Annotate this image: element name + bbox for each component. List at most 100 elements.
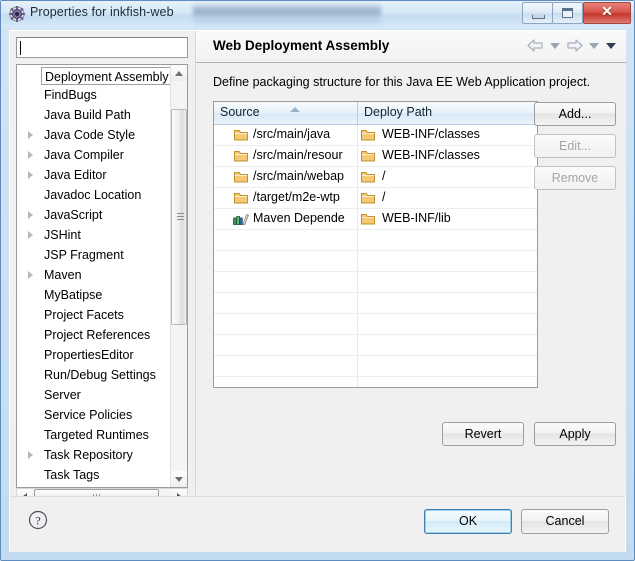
sidebar-item-javadoc-location[interactable]: Javadoc Location bbox=[17, 185, 172, 205]
sidebar-item-run-debug-settings[interactable]: Run/Debug Settings bbox=[17, 365, 172, 385]
settings-sidebar: Deployment Assembly FindBugs Java Build Pa… bbox=[10, 31, 194, 505]
sidebar-item-label: MyBatipse bbox=[44, 288, 103, 302]
sidebar-item-targeted-runtimes[interactable]: Targeted Runtimes bbox=[17, 425, 172, 445]
assembly-table[interactable]: Source Deploy Path /src/main/java WEB-INF… bbox=[213, 101, 538, 388]
cancel-button[interactable]: Cancel bbox=[521, 509, 609, 534]
table-row-empty[interactable] bbox=[214, 230, 537, 251]
cell-source-label: /src/main/resour bbox=[253, 148, 343, 162]
table-row-empty[interactable] bbox=[214, 293, 537, 314]
table-row-empty[interactable] bbox=[214, 377, 537, 387]
title-bar: Properties for inkfish-web ✕ bbox=[1, 1, 634, 28]
sidebar-item-task-tags[interactable]: Task Tags bbox=[17, 465, 172, 485]
minimize-icon bbox=[532, 15, 545, 19]
sidebar-vertical-scrollbar[interactable] bbox=[170, 65, 187, 487]
sidebar-item-java-editor[interactable]: Java Editor bbox=[17, 165, 172, 185]
sidebar-item-label: FindBugs bbox=[44, 88, 97, 102]
page-title: Web Deployment Assembly bbox=[213, 38, 390, 53]
expand-triangle-icon[interactable] bbox=[28, 451, 33, 459]
sidebar-item-deployment-assembly[interactable]: Deployment Assembly bbox=[41, 67, 176, 85]
sidebar-item-project-facets[interactable]: Project Facets bbox=[17, 305, 172, 325]
scroll-down-button[interactable] bbox=[171, 471, 187, 487]
sidebar-item-javascript[interactable]: JavaScript bbox=[17, 205, 172, 225]
table-row[interactable]: /target/m2e-wtp / bbox=[214, 188, 537, 209]
folder-icon bbox=[361, 149, 375, 162]
column-header-deploy-path[interactable]: Deploy Path bbox=[358, 102, 537, 124]
cell-deploy-path bbox=[358, 314, 537, 334]
sidebar-item-task-repository[interactable]: Task Repository bbox=[17, 445, 172, 465]
settings-tree[interactable]: Deployment Assembly FindBugs Java Build Pa… bbox=[16, 64, 188, 488]
table-row[interactable]: /src/main/resour WEB-INF/classes bbox=[214, 146, 537, 167]
add-button[interactable]: Add... bbox=[534, 102, 616, 126]
vertical-scroll-thumb[interactable] bbox=[171, 109, 187, 325]
page-header: Web Deployment Assembly bbox=[196, 31, 626, 63]
expand-triangle-icon[interactable] bbox=[28, 271, 33, 279]
expand-triangle-icon[interactable] bbox=[28, 211, 33, 219]
table-row-empty[interactable] bbox=[214, 335, 537, 356]
cell-deploy-path-label: WEB-INF/lib bbox=[382, 211, 451, 225]
table-row-empty[interactable] bbox=[214, 356, 537, 377]
chevron-up-icon bbox=[175, 71, 183, 76]
filter-input[interactable] bbox=[19, 39, 183, 56]
table-row-empty[interactable] bbox=[214, 314, 537, 335]
cell-deploy-path: WEB-INF/classes bbox=[358, 125, 537, 145]
minimize-button[interactable] bbox=[522, 2, 553, 24]
table-row[interactable]: /src/main/java WEB-INF/classes bbox=[214, 125, 537, 146]
column-header-source-label: Source bbox=[220, 105, 260, 119]
cell-deploy-path bbox=[358, 335, 537, 355]
cell-source bbox=[214, 335, 358, 355]
sidebar-item-label: Java Build Path bbox=[44, 108, 131, 122]
sidebar-item-java-compiler[interactable]: Java Compiler bbox=[17, 145, 172, 165]
sidebar-item-label: Service Policies bbox=[44, 408, 133, 422]
scroll-up-button[interactable] bbox=[171, 65, 187, 81]
maximize-button[interactable] bbox=[552, 2, 583, 24]
table-row-empty[interactable] bbox=[214, 251, 537, 272]
back-history-chevron-down-icon[interactable] bbox=[550, 42, 560, 49]
table-row[interactable]: Maven Depende WEB-INF/lib bbox=[214, 209, 537, 230]
sidebar-item-java-build-path[interactable]: Java Build Path bbox=[17, 105, 172, 125]
cell-source bbox=[214, 293, 358, 313]
sidebar-item-java-code-style[interactable]: Java Code Style bbox=[17, 125, 172, 145]
sidebar-item-findbugs[interactable]: FindBugs bbox=[17, 85, 172, 105]
sidebar-item-server[interactable]: Server bbox=[17, 385, 172, 405]
sidebar-item-mybatipse[interactable]: MyBatipse bbox=[17, 285, 172, 305]
forward-history-chevron-down-icon[interactable] bbox=[589, 42, 599, 49]
sidebar-item-label: Javadoc Location bbox=[44, 188, 142, 202]
dialog-footer: ? OK Cancel bbox=[10, 496, 625, 552]
page-menu-chevron-down-icon[interactable] bbox=[606, 42, 616, 49]
expand-triangle-icon[interactable] bbox=[28, 131, 33, 139]
remove-button[interactable]: Remove bbox=[534, 166, 616, 190]
properties-gear-icon bbox=[9, 6, 25, 22]
window-controls: ✕ bbox=[522, 2, 631, 24]
sidebar-item-label: Task Tags bbox=[44, 468, 100, 482]
ok-button[interactable]: OK bbox=[424, 509, 512, 534]
expand-triangle-icon[interactable] bbox=[28, 171, 33, 179]
folder-icon bbox=[361, 170, 375, 183]
back-arrow-icon[interactable] bbox=[526, 38, 545, 53]
cell-source-label: /src/main/webap bbox=[253, 169, 345, 183]
close-button[interactable]: ✕ bbox=[583, 2, 631, 24]
filter-box[interactable] bbox=[16, 37, 188, 58]
sidebar-item-label: Targeted Runtimes bbox=[44, 428, 149, 442]
expand-triangle-icon[interactable] bbox=[28, 231, 33, 239]
table-row[interactable]: /src/main/webap / bbox=[214, 167, 537, 188]
column-header-source[interactable]: Source bbox=[214, 102, 358, 124]
help-question-icon[interactable]: ? bbox=[28, 510, 48, 530]
cell-deploy-path bbox=[358, 272, 537, 292]
table-row-empty[interactable] bbox=[214, 272, 537, 293]
sidebar-item-label: JSP Fragment bbox=[44, 248, 124, 262]
sidebar-item-label: Java Code Style bbox=[44, 128, 136, 142]
sidebar-item-service-policies[interactable]: Service Policies bbox=[17, 405, 172, 425]
apply-button[interactable]: Apply bbox=[534, 422, 616, 446]
sidebar-item-propertieseditor[interactable]: PropertiesEditor bbox=[17, 345, 172, 365]
forward-arrow-icon[interactable] bbox=[565, 38, 584, 53]
edit-button[interactable]: Edit... bbox=[534, 134, 616, 158]
sidebar-item-jshint[interactable]: JSHint bbox=[17, 225, 172, 245]
sidebar-item-jsp-fragment[interactable]: JSP Fragment bbox=[17, 245, 172, 265]
sidebar-item-project-references[interactable]: Project References bbox=[17, 325, 172, 345]
sidebar-item-label: Task Repository bbox=[44, 448, 133, 462]
page-navigation bbox=[526, 38, 618, 53]
sidebar-item-maven[interactable]: Maven bbox=[17, 265, 172, 285]
expand-triangle-icon[interactable] bbox=[28, 151, 33, 159]
revert-button[interactable]: Revert bbox=[442, 422, 524, 446]
scroll-grip-icon bbox=[177, 213, 184, 221]
